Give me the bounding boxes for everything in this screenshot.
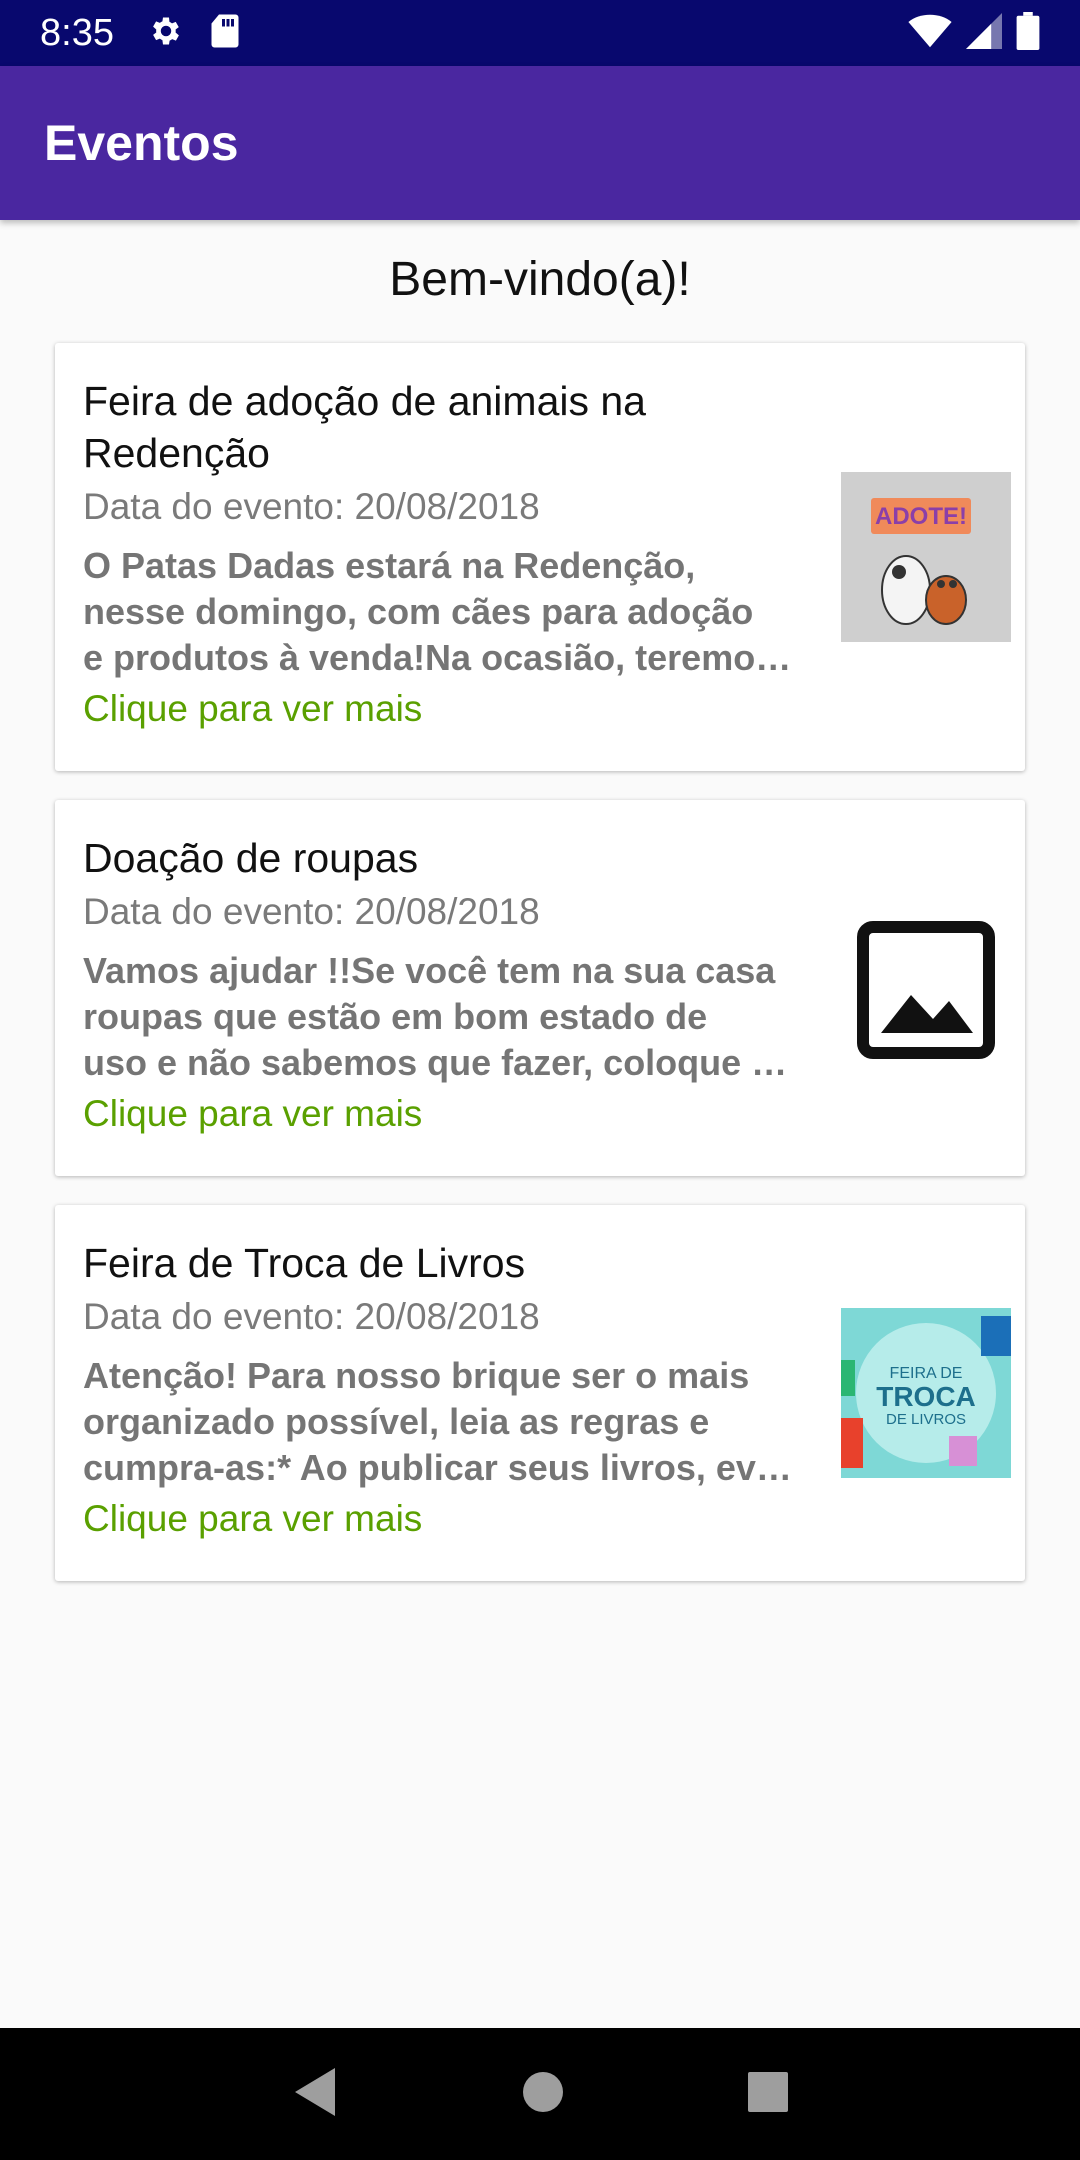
app-title: Eventos bbox=[44, 115, 239, 171]
event-title-line: Redenção bbox=[83, 430, 270, 476]
back-icon[interactable] bbox=[291, 2066, 339, 2123]
event-description: O Patas Dadas estará na Redenção, nesse … bbox=[83, 543, 863, 681]
battery-icon bbox=[1016, 11, 1040, 55]
settings-icon bbox=[148, 13, 184, 54]
navigation-bar bbox=[0, 2028, 1080, 2160]
app-bar: Eventos bbox=[0, 66, 1080, 220]
thumbnail-text-line: DE LIVROS bbox=[886, 1411, 966, 1428]
thumbnail-text-line: FEIRA DE bbox=[890, 1365, 963, 1382]
see-more-link[interactable]: Clique para ver mais bbox=[83, 1088, 863, 1140]
event-title: Doação de roupas bbox=[83, 832, 863, 884]
welcome-text: Bem-vindo(a)! bbox=[389, 253, 691, 306]
signal-icon bbox=[966, 12, 1002, 54]
thumbnail-text-line: TROCA bbox=[876, 1381, 976, 1412]
event-title-line: Feira de adoção de animais na bbox=[83, 378, 646, 424]
event-description-line: cumpra-as:* Ao publicar seus livros, ev… bbox=[83, 1447, 792, 1488]
event-description-line: uso e não sabemos que fazer, coloque … bbox=[83, 1042, 788, 1083]
event-title: Feira de adoção de animais na Redenção bbox=[83, 375, 863, 479]
event-thumbnail: FEIRA DE TROCA DE LIVROS bbox=[841, 1308, 1011, 1478]
recents-icon[interactable] bbox=[747, 2071, 789, 2118]
wifi-icon bbox=[908, 13, 952, 54]
event-description-line: e produtos à venda!Na ocasião, teremo… bbox=[83, 637, 792, 678]
event-title-line: Doação de roupas bbox=[83, 835, 419, 881]
event-description-line: Vamos ajudar !!Se você tem na sua casa bbox=[83, 950, 776, 991]
event-date: Data do evento: 20/08/2018 bbox=[83, 891, 540, 932]
status-time: 8:35 bbox=[40, 11, 114, 54]
thumbnail-text: ADOTE! bbox=[875, 503, 967, 530]
event-title-line: Feira de Troca de Livros bbox=[83, 1240, 526, 1286]
event-date: Data do evento: 20/08/2018 bbox=[83, 1296, 540, 1337]
event-description-line: roupas que estão em bom estado de bbox=[83, 996, 708, 1037]
event-description: Atenção! Para nosso brique ser o mais or… bbox=[83, 1353, 863, 1491]
home-icon[interactable] bbox=[521, 2070, 565, 2119]
see-more-link[interactable]: Clique para ver mais bbox=[83, 683, 863, 735]
see-more-link[interactable]: Clique para ver mais bbox=[83, 1493, 863, 1545]
event-description-line: nesse domingo, com cães para adoção bbox=[83, 591, 754, 632]
event-description-line: organizado possível, leia as regras e bbox=[83, 1401, 710, 1442]
event-card[interactable]: Doação de roupas Data do evento: 20/08/2… bbox=[55, 800, 1025, 1176]
event-title: Feira de Troca de Livros bbox=[83, 1237, 863, 1289]
event-card[interactable]: Feira de Troca de Livros Data do evento:… bbox=[55, 1205, 1025, 1581]
event-description-line: O Patas Dadas estará na Redenção, bbox=[83, 545, 696, 586]
event-thumbnail: ADOTE! bbox=[841, 472, 1011, 642]
event-date: Data do evento: 20/08/2018 bbox=[83, 486, 540, 527]
event-card[interactable]: Feira de adoção de animais na Redenção D… bbox=[55, 343, 1025, 771]
sd-card-icon bbox=[210, 13, 240, 54]
event-description-line: Atenção! Para nosso brique ser o mais bbox=[83, 1355, 750, 1396]
status-bar: 8:35 bbox=[0, 0, 1080, 66]
event-description: Vamos ajudar !!Se você tem na sua casa r… bbox=[83, 948, 863, 1086]
image-placeholder-icon bbox=[841, 905, 1011, 1075]
